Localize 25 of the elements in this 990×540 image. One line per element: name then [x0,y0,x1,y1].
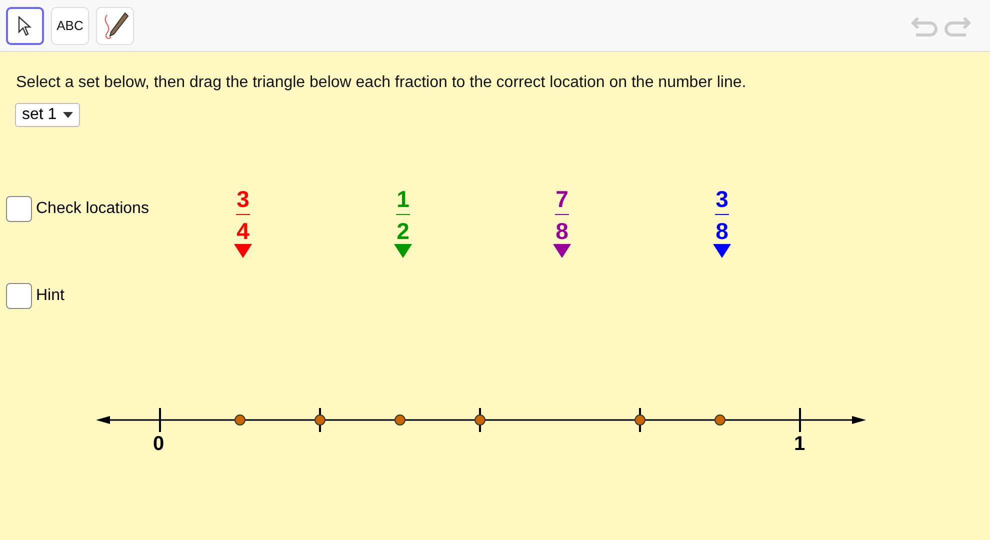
fraction-denominator: 8 [556,218,568,244]
triangle-handle-icon[interactable] [713,244,731,258]
text-tool-button[interactable]: ABC [51,6,89,44]
cursor-icon [18,16,32,36]
move-tool-button[interactable] [6,6,44,44]
checkbox-label: Hint [36,287,64,305]
fraction-numerator: 1 [396,186,410,212]
fraction-denominator: 2 [396,218,410,244]
number-line-label: 0 [153,433,164,456]
triangle-handle-icon[interactable] [234,244,252,258]
fraction-denominator: 4 [236,218,250,244]
pen-tool-button[interactable] [96,6,134,44]
checkbox[interactable] [6,283,32,309]
checkbox-label: Check locations [36,200,149,218]
fraction-numerator: 3 [716,186,728,212]
checkbox[interactable] [6,196,32,222]
fraction-numerator: 7 [556,186,568,212]
triangle-handle-icon[interactable] [553,244,571,258]
fraction-denominator: 8 [716,218,728,244]
caret-icon [62,112,73,118]
instruction-text: Select a set below, then drag the triangle below each fraction to the correct location on the number line. [15,73,748,92]
set-dropdown[interactable]: set 1 [15,103,80,127]
fraction-numerator: 3 [236,186,250,212]
triangle-handle-icon[interactable] [394,244,412,258]
number-line-label: 1 [794,433,806,456]
